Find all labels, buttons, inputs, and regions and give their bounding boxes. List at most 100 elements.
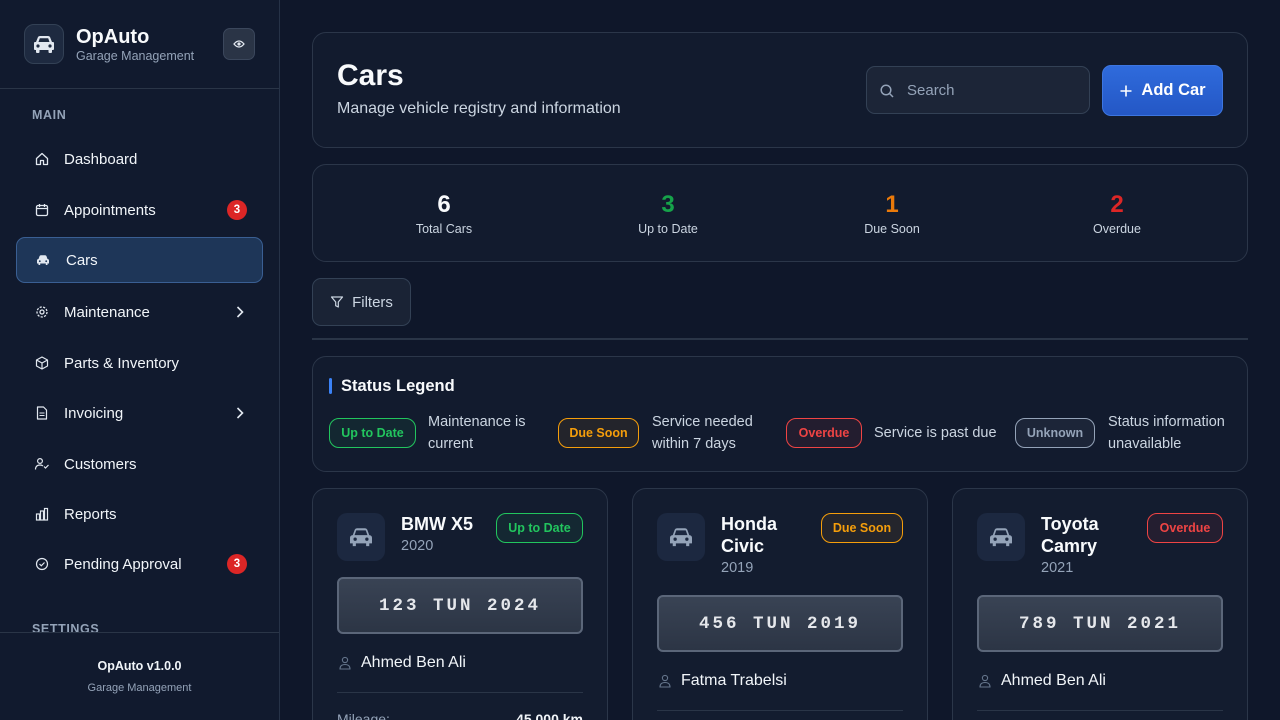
legend-desc-line: Status information [1108,414,1225,430]
sidebar-item-cars[interactable]: Cars [16,237,263,283]
legend-desc-line: Maintenance is [428,414,526,430]
car-card[interactable]: Toyota Camry 2021 Overdue 789 TUN 2021 A… [952,488,1248,720]
filters-button[interactable]: Filters [312,278,411,326]
calendar-icon [34,202,50,218]
sidebar-item-label: Reports [64,505,117,523]
stat-label: Total Cars [415,222,473,236]
stat-value: 1 [885,191,899,218]
legend-desc-line: current [428,436,474,452]
car-owner: Ahmed Ben Ali [1001,672,1106,689]
legend-desc-unknown: Status information unavailable [1108,411,1225,455]
search-input[interactable] [907,67,1083,113]
stat-value: 2 [1110,191,1124,218]
filter-icon [330,296,344,308]
footer-divider [0,632,279,633]
legend-accent-bar [329,378,332,394]
user-icon [979,674,991,688]
visibility-toggle-button[interactable] [223,28,255,60]
legend-pill-unknown: Unknown [1015,418,1095,448]
chevron-right-icon [236,306,244,318]
filters-label: Filters [352,293,393,311]
sidebar-item-invoicing[interactable]: Invoicing [16,390,263,436]
page-title: Cars [337,59,404,92]
legend-title: Status Legend [341,377,455,395]
mileage-value: 45,000 km [516,711,583,720]
license-plate: 456 TUN 2019 [657,595,903,652]
sidebar-item-label: Parts & Inventory [64,354,180,372]
sidebar-divider [0,88,279,89]
legend-desc-line: unavailable [1108,436,1182,452]
sidebar-item-label: Customers [64,455,137,473]
bar-chart-icon [34,506,50,522]
card-divider [657,710,903,711]
car-icon [657,513,705,561]
stat-value: 6 [437,191,451,218]
section-label-main: MAIN [32,108,67,122]
car-icon [337,513,385,561]
app-subtitle: Garage Management [76,49,195,63]
sidebar-item-reports[interactable]: Reports [16,491,263,537]
eye-icon [233,40,245,48]
sidebar-item-maintenance[interactable]: Maintenance [16,289,263,335]
car-name: Honda Civic [721,514,777,556]
sidebar-item-parts-inventory[interactable]: Parts & Inventory [16,340,263,386]
sidebar-item-label: Cars [66,251,98,269]
app-version: OpAuto v1.0.0 [97,659,182,673]
gear-icon [34,304,50,320]
user-icon [659,674,671,688]
car-owner: Ahmed Ben Ali [361,654,466,671]
sidebar-item-label: Dashboard [64,150,138,168]
stat-label: Up to Date [638,222,698,236]
add-car-button[interactable]: Add Car [1102,65,1223,116]
legend-pill-overdue: Overdue [786,418,862,448]
page-subtitle: Manage vehicle registry and information [337,100,621,117]
sidebar-item-dashboard[interactable]: Dashboard [16,136,263,182]
home-icon [34,151,50,167]
sidebar-item-label: Invoicing [64,404,124,422]
license-plate: 123 TUN 2024 [337,577,583,634]
car-year: 2020 [401,538,434,554]
section-divider [312,338,1248,340]
car-logo-icon [24,24,64,64]
car-card[interactable]: BMW X5 2020 Up to Date 123 TUN 2024 Ahme… [312,488,608,720]
plus-icon [1120,85,1132,96]
search-box[interactable] [866,66,1090,114]
car-name: Toyota Camry [1041,514,1099,556]
car-icon [977,513,1025,561]
mileage-label: Mileage: [337,711,390,720]
document-icon [34,405,50,421]
notification-badge: 3 [227,200,247,220]
car-card[interactable]: Honda Civic 2019 Due Soon 456 TUN 2019 F… [632,488,928,720]
package-icon [34,355,50,371]
car-owner: Fatma Trabelsi [681,672,787,689]
check-circle-icon [34,556,50,572]
car-name: BMW X5 [401,514,473,534]
brand: OpAuto Garage Management [24,24,256,66]
sidebar-item-appointments[interactable]: Appointments 3 [16,187,263,233]
stat-label: Overdue [1093,222,1141,236]
page-header: Cars Manage vehicle registry and informa… [312,32,1248,148]
add-car-label: Add Car [1141,81,1206,99]
sidebar-item-pending-approval[interactable]: Pending Approval 3 [16,541,263,587]
user-icon [339,656,351,670]
sidebar-footer: OpAuto v1.0.0 Garage Management [0,632,279,720]
legend-desc-up-to-date: Maintenance is current [428,411,526,455]
legend-desc-line: within 7 days [652,436,736,452]
chevron-right-icon [236,407,244,419]
legend-pill-due-soon: Due Soon [558,418,639,448]
sidebar-item-label: Pending Approval [64,555,182,573]
status-badge: Up to Date [496,513,583,543]
legend-desc-line: Service needed [652,414,753,430]
card-divider [337,692,583,693]
car-year: 2019 [721,560,754,576]
car-year: 2021 [1041,560,1074,576]
sidebar-item-customers[interactable]: Customers [16,441,263,487]
search-icon [880,84,894,98]
stat-value: 3 [661,191,675,218]
legend-desc-overdue: Service is past due [874,425,997,441]
app-name: OpAuto [76,26,150,48]
card-divider [977,710,1223,711]
sidebar-item-label: Appointments [64,201,156,219]
status-legend: Status Legend Up to Date Maintenance is … [312,356,1248,472]
stat-label: Due Soon [864,222,920,236]
